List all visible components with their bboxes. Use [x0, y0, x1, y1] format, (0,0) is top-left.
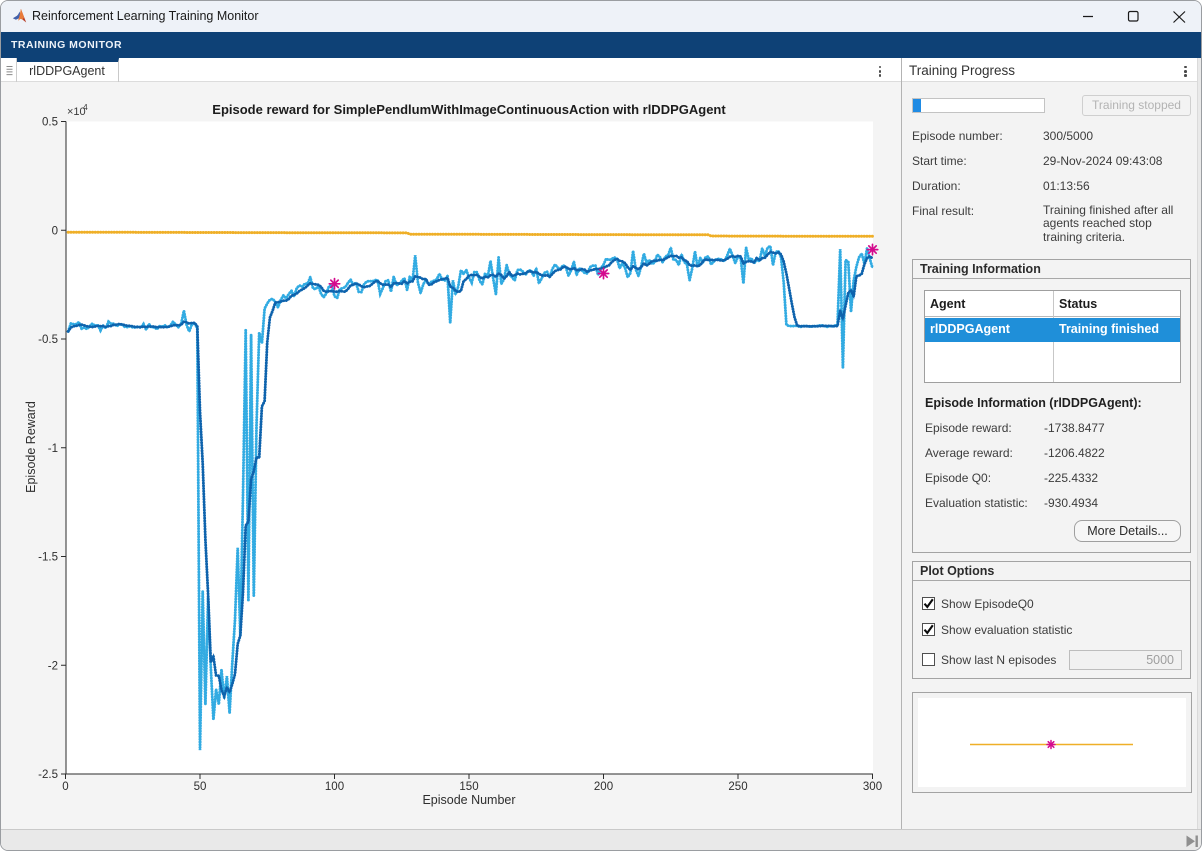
- svg-text:4: 4: [83, 102, 88, 112]
- svg-text:0.5: 0.5: [42, 117, 58, 129]
- svg-text:0: 0: [52, 225, 58, 237]
- svg-text:-1: -1: [48, 443, 58, 455]
- svg-text:-1.5: -1.5: [38, 552, 58, 564]
- svg-text:200: 200: [594, 781, 613, 793]
- svg-text:Episode reward for SimplePendl: Episode reward for SimplePendlumWithImag…: [212, 102, 726, 117]
- svg-text:-2: -2: [48, 660, 58, 672]
- svg-text:100: 100: [325, 781, 344, 793]
- svg-text:50: 50: [194, 781, 207, 793]
- svg-text:300: 300: [863, 781, 882, 793]
- svg-text:Episode Reward: Episode Reward: [24, 401, 38, 493]
- svg-text:250: 250: [728, 781, 747, 793]
- svg-text:Episode Number: Episode Number: [422, 793, 515, 807]
- svg-text:-0.5: -0.5: [38, 334, 58, 346]
- svg-text:-2.5: -2.5: [38, 769, 58, 781]
- svg-text:0: 0: [62, 781, 68, 793]
- svg-text:150: 150: [459, 781, 478, 793]
